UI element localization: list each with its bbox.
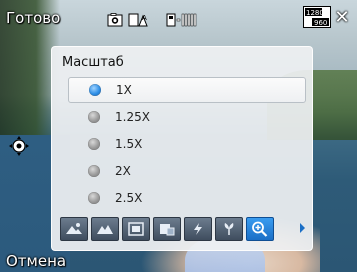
zoom-option-label: 2X <box>115 164 131 178</box>
zoom-option-label: 1.5X <box>115 137 143 151</box>
exposure-icon[interactable] <box>60 217 88 241</box>
svg-text:A: A <box>142 14 147 22</box>
radio-icon <box>88 192 100 204</box>
zoom-options-list: 1X 1.25X 1.5X 2X 2.5X <box>68 77 306 212</box>
macro-icon[interactable] <box>215 217 243 241</box>
zoom-option-2x[interactable]: 2X <box>68 158 306 184</box>
zoom-option-2-5x[interactable]: 2.5X <box>68 185 306 211</box>
radio-icon <box>88 111 100 123</box>
focus-marker-icon <box>8 135 30 157</box>
scene-icon[interactable] <box>91 217 119 241</box>
white-balance-icon: A <box>128 12 150 28</box>
close-icon[interactable]: ✕ <box>333 9 351 27</box>
zoom-option-1x[interactable]: 1X <box>68 77 306 103</box>
svg-text:960: 960 <box>314 19 327 27</box>
done-softkey[interactable]: Готово <box>6 11 60 26</box>
zoom-option-label: 2.5X <box>115 191 143 205</box>
camera-mode-icon <box>107 12 123 28</box>
toolbar-next-arrow-icon[interactable] <box>300 223 305 233</box>
zoom-option-1-25x[interactable]: 1.25X <box>68 104 306 130</box>
panel-title: Масштаб <box>62 55 124 70</box>
zoom-option-label: 1.25X <box>115 110 150 124</box>
flash-icon[interactable] <box>184 217 212 241</box>
status-bar: Готово A 1280 960 ✕ <box>0 0 357 38</box>
zoom-option-label: 1X <box>116 83 132 97</box>
zoom-panel: Масштаб 1X 1.25X 1.5X 2X 2.5X <box>51 46 313 251</box>
radio-selected-icon <box>89 84 101 96</box>
zoom-option-1-5x[interactable]: 1.5X <box>68 131 306 157</box>
effects-icon[interactable] <box>153 217 181 241</box>
zoom-icon[interactable] <box>246 217 274 241</box>
radio-icon <box>88 138 100 150</box>
svg-text:1280: 1280 <box>306 9 324 17</box>
cancel-softkey[interactable]: Отмена <box>6 254 66 269</box>
resolution-icon: 1280 960 <box>303 6 331 28</box>
storage-icon <box>166 12 198 28</box>
camera-settings-toolbar <box>60 217 274 241</box>
frame-icon[interactable] <box>122 217 150 241</box>
radio-icon <box>88 165 100 177</box>
